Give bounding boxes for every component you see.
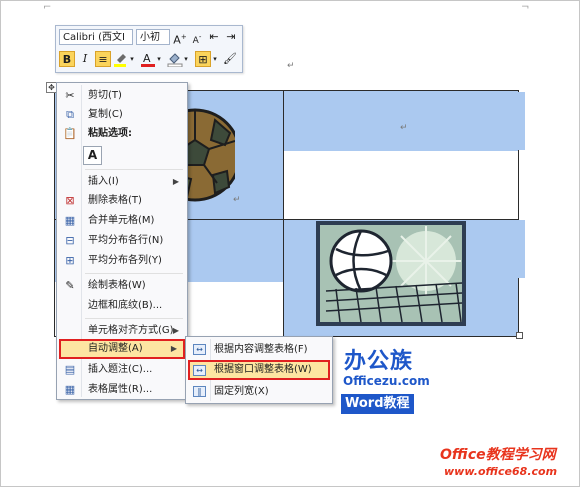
paragraph-mark: ↵ [233,195,241,205]
svg-text:A: A [143,52,151,65]
menu-item-label: 复制(C) [88,109,123,120]
brand-product-badge: Word教程 [341,394,414,414]
paragraph-mark: ↵ [287,61,295,71]
submenu-arrow-icon: ▶ [170,344,177,353]
menu-item-label: 插入(I) [88,176,119,187]
paste-keep-text-button[interactable]: A [83,146,102,165]
scissors-icon: ✂ [65,89,75,102]
shading-dropdown-icon[interactable]: ▾ [182,51,190,67]
autofit-window-icon: ↔ [193,365,206,376]
draw-table-icon: ✎ [65,279,75,292]
menu-item-copy[interactable]: ⧉ 复制(C) [59,105,185,124]
site-watermark-title: Office教程学习网 [440,447,556,463]
menu-item-label: 剪切(T) [88,90,122,101]
submenu-arrow-icon: ▶ [172,177,179,186]
distribute-columns-icon: ⊞ [65,254,75,267]
submenu-arrow-icon: ▶ [172,326,179,335]
merge-cells-icon: ▦ [64,214,76,227]
menu-item-label: 表格属性(R)... [88,384,153,395]
submenu-item-label: 根据内容调整表格(F) [214,344,308,355]
menu-item-draw-table[interactable]: ✎ 绘制表格(W) [59,276,185,295]
menu-item-label: 绘制表格(W) [88,280,146,291]
caption-icon: ▤ [64,363,76,376]
page-corner-mark: ⌐ [43,2,52,13]
menu-separator [85,318,183,319]
submenu-item-autofit-window[interactable]: ↔ 根据窗口调整表格(W) [188,360,330,380]
highlight-color-icon[interactable] [113,51,129,67]
highlight-dropdown-icon[interactable]: ▾ [128,51,136,67]
menu-item-autofit[interactable]: 自动调整(A) ▶ [59,339,185,359]
shrink-font-icon[interactable]: A- [189,29,205,46]
menu-item-delete-table[interactable]: ⊠ 删除表格(T) [59,191,185,210]
font-size-combo[interactable]: 小初 [136,29,170,45]
menu-item-label: 删除表格(T) [88,195,142,206]
decrease-indent-icon[interactable]: ⇤ [206,29,222,45]
font-color-icon[interactable]: A [140,51,156,67]
delete-table-icon: ⊠ [65,194,75,207]
submenu-item-label: 固定列宽(X) [214,386,269,397]
italic-button[interactable]: I [77,51,93,67]
menu-item-borders-shading[interactable]: 边框和底纹(B)... [59,296,185,315]
row-end-marker [518,220,525,278]
page-corner-mark: ¬ [521,2,530,13]
brand-logo: 办公族 [344,349,414,374]
brand-url: Officezu.com [343,374,430,388]
row-end-marker [518,92,525,150]
mini-toolbar: Calibri (西文I 小初 A+ A- ⇤ ⇥ B I ≡ ▾ A ▾ ▾ … [55,25,243,73]
copy-icon: ⧉ [66,108,74,121]
submenu-item-fixed-column-width[interactable]: ‖ 固定列宽(X) [188,382,330,401]
menu-item-insert-caption[interactable]: ▤ 插入题注(C)... [59,360,185,379]
format-painter-icon[interactable]: 🖌 [222,51,238,67]
table-resize-handle[interactable] [516,332,523,339]
increase-indent-icon[interactable]: ⇥ [223,29,239,45]
autofit-contents-icon: ↔ [193,344,206,355]
shading-icon[interactable] [167,51,183,68]
bold-button[interactable]: B [59,51,75,67]
paragraph-mark: ↵ [400,123,408,133]
submenu-item-autofit-contents[interactable]: ↔ 根据内容调整表格(F) [188,340,330,359]
paste-icon: 📋 [63,127,77,140]
font-name-combo[interactable]: Calibri (西文I [59,29,133,45]
menu-item-insert[interactable]: 插入(I) ▶ [59,172,185,191]
submenu-item-label: 根据窗口调整表格(W) [214,364,312,375]
menu-item-label: 边框和底纹(B)... [88,300,163,311]
menu-item-paste-options: 📋 粘贴选项: [59,124,185,143]
menu-item-label: 粘贴选项: [88,128,132,139]
menu-item-cell-alignment[interactable]: 单元格对齐方式(G) ▶ [59,321,185,340]
table-properties-icon: ▦ [64,383,76,396]
borders-icon[interactable]: ⊞ [195,51,211,67]
site-watermark-url: www.office68.com [444,465,558,478]
menu-item-label: 平均分布各列(Y) [88,255,162,266]
menu-item-label: 插入题注(C)... [88,364,153,375]
fixed-width-icon: ‖ [193,386,206,397]
menu-item-label: 单元格对齐方式(G) [88,325,174,336]
menu-item-distribute-rows[interactable]: ⊟ 平均分布各行(N) [59,231,185,250]
borders-dropdown-icon[interactable]: ▾ [211,51,219,67]
menu-item-label: 平均分布各行(N) [88,235,164,246]
table-cell[interactable] [284,91,518,151]
menu-item-merge-cells[interactable]: ▦ 合并单元格(M) [59,211,185,230]
autofit-submenu: ↔ 根据内容调整表格(F) ↔ 根据窗口调整表格(W) ‖ 固定列宽(X) [185,336,333,404]
menu-item-label: 合并单元格(M) [88,215,155,226]
distribute-rows-icon: ⊟ [65,234,75,247]
menu-item-label: 自动调整(A) [88,343,143,354]
table-cell[interactable] [284,151,518,219]
context-menu: ✂ 剪切(T) ⧉ 复制(C) 📋 粘贴选项: 插入(I) ▶ ⊠ 删除表格(T… [56,82,188,400]
menu-item-table-properties[interactable]: ▦ 表格属性(R)... [59,380,185,399]
menu-separator [85,169,183,170]
center-align-icon[interactable]: ≡ [95,51,111,67]
table-gridline [283,91,284,336]
menu-separator [85,273,183,274]
menu-item-distribute-columns[interactable]: ⊞ 平均分布各列(Y) [59,251,185,270]
font-color-dropdown-icon[interactable]: ▾ [155,51,163,67]
menu-item-cut[interactable]: ✂ 剪切(T) [59,86,185,105]
volleyball-image[interactable] [316,221,466,326]
grow-font-icon[interactable]: A+ [172,29,188,47]
